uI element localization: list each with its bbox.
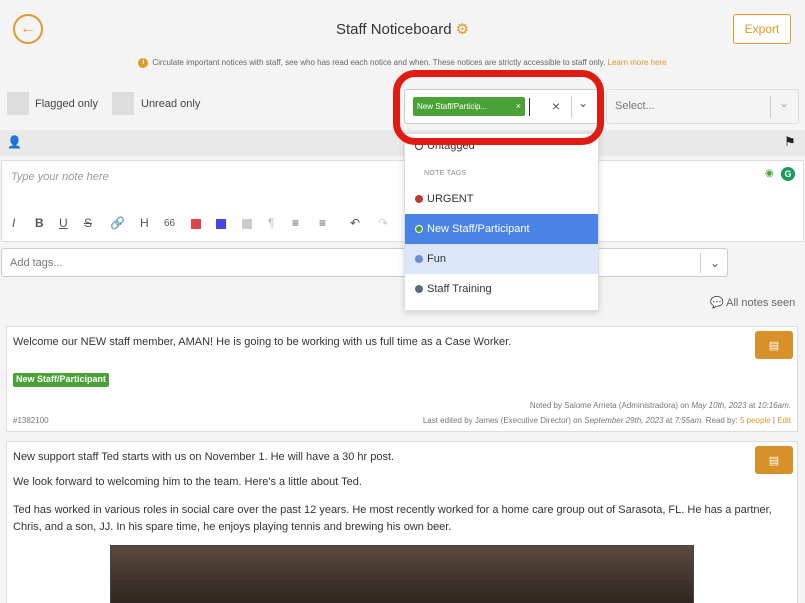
tag-dropdown-menu: Untagged NOTE TAGS URGENT New Staff/Part… — [404, 133, 599, 311]
lightbulb-icon[interactable]: ◉ — [765, 168, 774, 179]
note-card: Welcome our NEW staff member, AMAN! He i… — [6, 326, 798, 432]
tag-dot-icon — [415, 225, 423, 233]
flag-icon[interactable]: ⚑ — [784, 134, 796, 150]
select-divider — [770, 96, 771, 118]
unread-only-label: Unread only — [141, 98, 201, 110]
chevron-down-icon[interactable]: ⌄ — [779, 96, 789, 110]
dropdown-option-fun[interactable]: Fun — [405, 244, 598, 274]
unread-only-checkbox[interactable] — [112, 92, 134, 115]
redo-icon[interactable]: ↷ — [378, 216, 388, 230]
staff-photo — [110, 545, 694, 603]
id-card-icon[interactable]: ▤ — [755, 446, 793, 474]
chevron-down-icon[interactable]: ⌄ — [710, 256, 720, 270]
link-icon[interactable]: 🔗 — [110, 216, 125, 230]
last-edited: Last edited by James (Executive Director… — [422, 416, 791, 425]
tag-dot-icon — [415, 195, 423, 203]
flagged-only-checkbox[interactable] — [7, 92, 29, 115]
note-tag-chip[interactable]: New Staff/Participant — [13, 373, 110, 387]
note-paragraph: Ted has worked in various roles in socia… — [13, 504, 772, 533]
dropdown-option-urgent[interactable]: URGENT — [405, 184, 598, 214]
note-paragraph: We look forward to welcoming him to the … — [13, 476, 362, 488]
grammarly-icon[interactable]: G — [781, 167, 795, 181]
tag-dot-icon — [415, 255, 423, 263]
info-banner: i Circulate important notices with staff,… — [0, 58, 805, 68]
red-color-icon[interactable] — [191, 219, 201, 229]
id-card-icon[interactable]: ▤ — [755, 331, 793, 359]
note-editor[interactable]: Type your note here ◉ G I B U S 🔗 H 66 ¶… — [1, 160, 804, 242]
paragraph-icon[interactable]: ¶ — [268, 216, 274, 230]
secondary-select[interactable]: Select... ⌄ — [606, 89, 799, 124]
export-button[interactable]: Export — [733, 14, 791, 44]
add-tags-input[interactable]: Add tags... ⌄ — [1, 248, 728, 277]
noted-by: Noted by Salome Arrieta (Administradora)… — [529, 401, 791, 410]
read-by-link[interactable]: 5 people — [740, 416, 771, 425]
bullet-list-icon[interactable]: ≡ — [292, 216, 299, 230]
all-notes-seen[interactable]: 💬 All notes seen — [710, 296, 795, 309]
chat-bubble-icon: 💬 — [710, 297, 724, 309]
user-icon[interactable]: 👤 — [7, 135, 22, 149]
gear-icon[interactable]: ⚙ — [456, 21, 469, 38]
info-icon: i — [138, 58, 149, 68]
edit-link[interactable]: Edit — [777, 416, 791, 425]
dropdown-option-new-staff[interactable]: New Staff/Participant — [405, 214, 598, 244]
italic-icon[interactable]: I — [12, 216, 15, 230]
highlight-annotation — [393, 70, 604, 145]
underline-icon[interactable]: U — [59, 216, 68, 230]
tag-dot-icon — [415, 285, 423, 293]
bold-icon[interactable]: B — [35, 216, 44, 230]
note-placeholder: Type your note here — [11, 171, 109, 183]
note-id: #1382100 — [13, 416, 49, 425]
numbered-list-icon[interactable]: ≡ — [319, 216, 326, 230]
grey-color-icon[interactable] — [242, 219, 252, 229]
blue-color-icon[interactable] — [216, 219, 226, 229]
dropdown-option-staff-training[interactable]: Staff Training — [405, 274, 598, 304]
page-title: Staff Noticeboard ⚙ — [335, 21, 470, 38]
dropdown-group-label: NOTE TAGS — [424, 170, 467, 177]
heading-icon[interactable]: H — [140, 216, 149, 230]
note-paragraph: New support staff Ted starts with us on … — [13, 451, 395, 463]
flagged-only-label: Flagged only — [35, 98, 98, 110]
undo-icon[interactable]: ↶ — [350, 216, 360, 230]
strikethrough-icon[interactable]: S — [84, 216, 92, 230]
note-body: Welcome our NEW staff member, AMAN! He i… — [13, 336, 512, 348]
quote-icon[interactable]: 66 — [164, 218, 175, 229]
learn-more-link[interactable]: Learn more here — [608, 58, 667, 67]
select-divider — [700, 253, 701, 273]
